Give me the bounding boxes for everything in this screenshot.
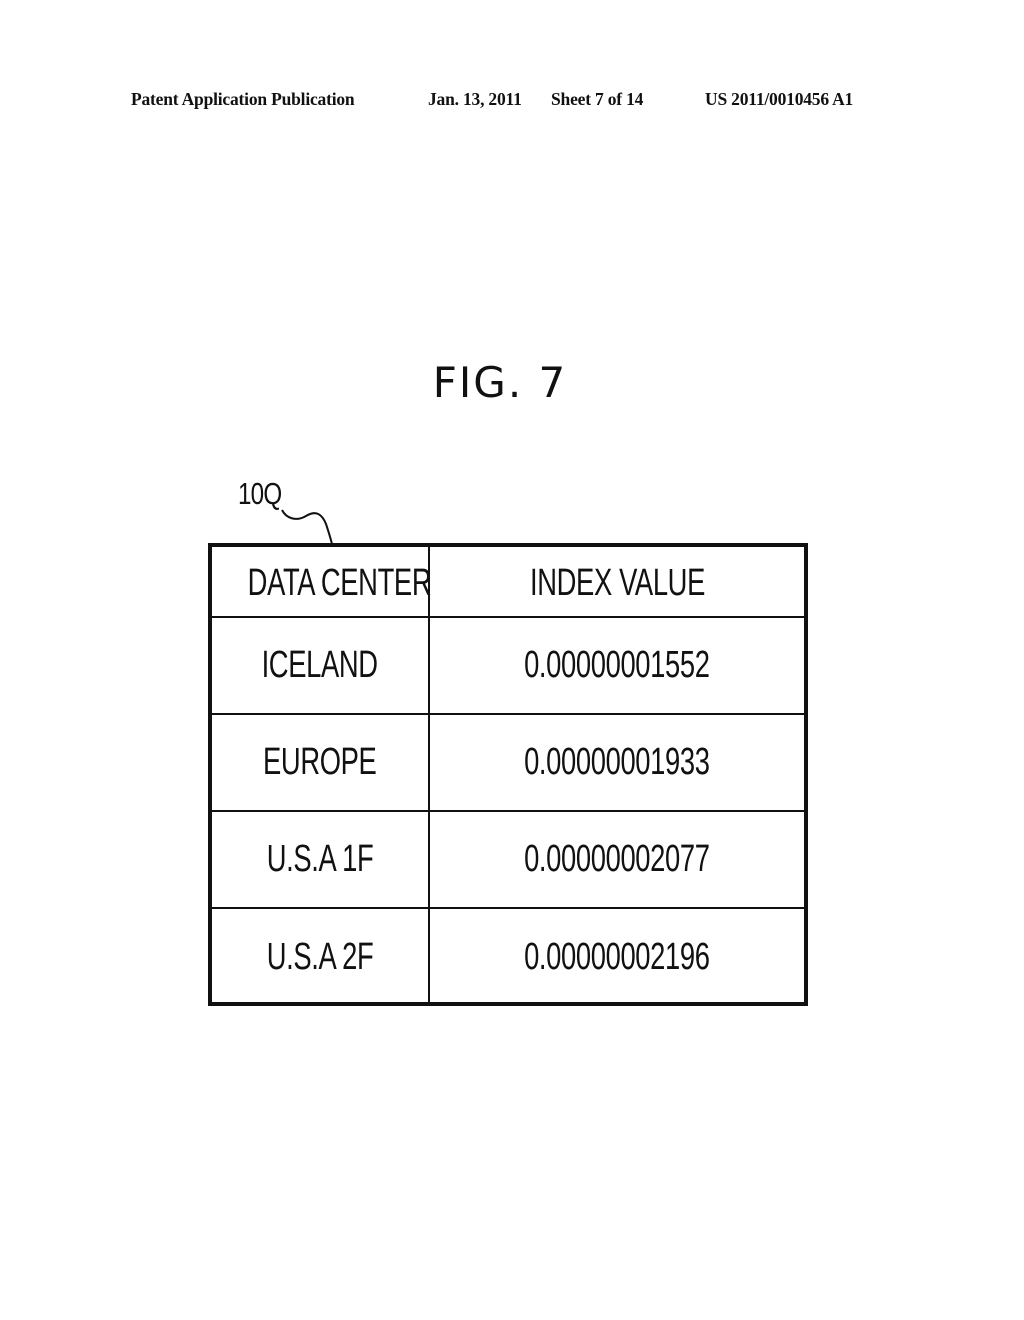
data-center-cell: U.S.A 2F — [212, 907, 430, 1005]
sheet-number: Sheet 7 of 14 — [551, 89, 644, 109]
table-row: ICELAND 0.00000001552 — [212, 616, 804, 715]
table-row: U.S.A 1F 0.00000002077 — [212, 810, 804, 909]
patent-number: US 2011/0010456 A1 — [705, 89, 854, 109]
table-row: EUROPE 0.00000001933 — [212, 713, 804, 812]
page-header: Patent Application Publication Jan. 13, … — [0, 89, 1024, 115]
index-value-cell: 0.00000002196 — [428, 907, 804, 1005]
index-value-cell: 0.00000001933 — [428, 713, 804, 812]
index-value-cell: 0.00000001552 — [428, 616, 804, 715]
table-row: U.S.A 2F 0.00000002196 — [212, 907, 804, 1005]
data-center-cell: U.S.A 1F — [212, 810, 430, 909]
table-header-row: DATA CENTER INDEX VALUE — [212, 547, 804, 618]
figure-title: FIG. 7 — [0, 358, 1024, 407]
index-value-table: DATA CENTER INDEX VALUE ICELAND 0.000000… — [208, 543, 808, 1006]
data-center-cell: EUROPE — [212, 713, 430, 812]
data-center-cell: ICELAND — [212, 616, 430, 715]
reference-label: 10Q — [238, 476, 282, 511]
publication-type: Patent Application Publication — [131, 89, 355, 109]
reference-leader-line — [281, 509, 333, 545]
index-value-cell: 0.00000002077 — [428, 810, 804, 909]
column-header-data-center: DATA CENTER — [212, 547, 432, 618]
column-header-index-value: INDEX VALUE — [428, 547, 804, 618]
figure-title-text: FIG. 7 — [432, 358, 568, 407]
publication-date: Jan. 13, 2011 — [428, 89, 522, 109]
